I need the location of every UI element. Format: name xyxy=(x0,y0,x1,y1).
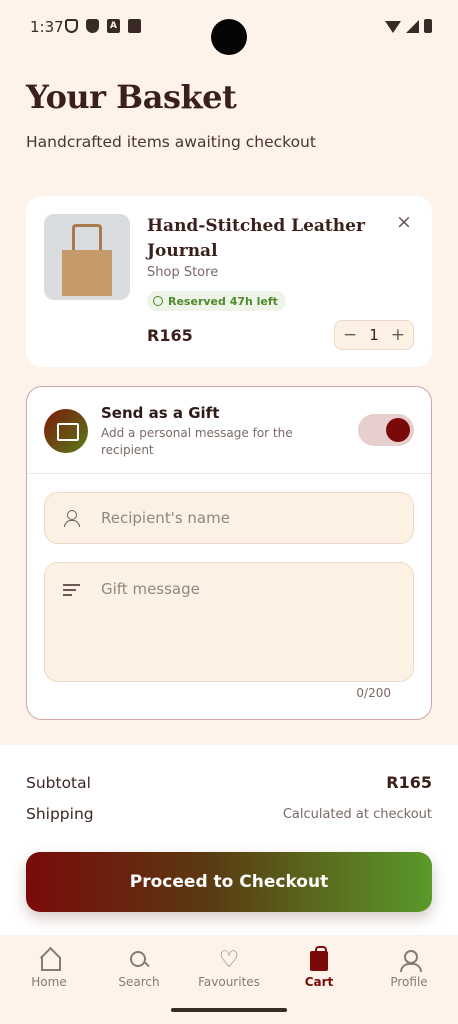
character-counter: 0/200 xyxy=(356,686,391,700)
remove-item-button[interactable]: × xyxy=(394,212,414,232)
toggle-knob xyxy=(386,418,410,442)
shopping-bag-icon xyxy=(310,946,328,971)
subtotal-label: Subtotal xyxy=(26,773,91,792)
gift-divider xyxy=(27,473,431,474)
edit-note-icon xyxy=(63,584,80,596)
recipient-name-placeholder: Recipient's name xyxy=(101,509,230,527)
nav-cart-label: Cart xyxy=(304,975,334,989)
order-summary: Subtotal R165 Shipping Calculated at che… xyxy=(0,745,458,945)
wifi-icon xyxy=(385,21,401,33)
status-system-icons xyxy=(385,19,432,33)
sd-card-icon xyxy=(128,19,141,33)
status-bar: 1:37 A xyxy=(0,0,458,56)
cart-screen: 1:37 A Your Basket Handcrafted items awa… xyxy=(0,0,458,1024)
reserved-label: Reserved 47h left xyxy=(168,294,278,308)
gift-icon xyxy=(44,409,88,453)
app-notification-icon: A xyxy=(107,19,120,33)
reserved-badge: Reserved 47h left xyxy=(147,291,286,311)
home-indicator[interactable] xyxy=(171,1008,287,1012)
quantity-stepper: − 1 + xyxy=(334,320,414,350)
bag-body-shape xyxy=(62,250,112,296)
signal-icon xyxy=(406,20,419,33)
status-notification-icons: A xyxy=(65,19,141,33)
quantity-value: 1 xyxy=(369,326,379,344)
nav-home-label: Home xyxy=(31,975,67,989)
product-image[interactable] xyxy=(44,214,130,300)
nav-cart[interactable]: Cart xyxy=(274,935,364,1024)
shipping-label: Shipping xyxy=(26,805,94,823)
profile-icon xyxy=(398,949,422,972)
subtotal-row: Subtotal R165 xyxy=(26,773,432,792)
shipping-value: Calculated at checkout xyxy=(282,806,432,822)
gift-title: Send as a Gift xyxy=(101,404,220,422)
nav-home[interactable]: Home xyxy=(4,935,94,1024)
shield-icon xyxy=(65,19,78,33)
security-badge-icon xyxy=(86,19,99,33)
recipient-name-field[interactable]: Recipient's name xyxy=(44,492,414,544)
battery-icon xyxy=(424,19,432,33)
increment-button[interactable]: + xyxy=(391,325,405,345)
status-time: 1:37 xyxy=(30,18,64,36)
page-title: Your Basket xyxy=(26,78,237,116)
person-icon xyxy=(63,510,80,527)
product-store: Shop Store xyxy=(147,265,219,280)
shipping-row: Shipping Calculated at checkout xyxy=(26,805,432,823)
page-subtitle: Handcrafted items awaiting checkout xyxy=(26,133,316,151)
heart-icon: ♡ xyxy=(218,947,240,973)
nav-favourites-label: Favourites xyxy=(198,975,260,989)
clock-icon xyxy=(153,296,163,306)
front-camera xyxy=(211,19,247,55)
nav-search-label: Search xyxy=(118,975,160,989)
product-price: R165 xyxy=(147,326,193,345)
gift-toggle[interactable] xyxy=(358,414,414,446)
search-icon xyxy=(128,949,150,971)
nav-profile-label: Profile xyxy=(390,975,428,989)
checkout-button[interactable]: Proceed to Checkout xyxy=(26,852,432,912)
home-icon xyxy=(38,949,61,971)
product-name[interactable]: Hand-Stitched Leather Journal xyxy=(147,214,367,264)
gift-description: Add a personal message for the recipient xyxy=(101,426,293,457)
nav-profile[interactable]: Profile xyxy=(364,935,454,1024)
gift-options-card: Send as a Gift Add a personal message fo… xyxy=(26,386,432,720)
gift-message-placeholder: Gift message xyxy=(101,580,200,598)
gift-message-field[interactable]: Gift message xyxy=(44,562,414,682)
decrement-button[interactable]: − xyxy=(343,325,357,345)
cart-item-card: Hand-Stitched Leather Journal Shop Store… xyxy=(26,196,432,367)
subtotal-value: R165 xyxy=(386,773,432,792)
